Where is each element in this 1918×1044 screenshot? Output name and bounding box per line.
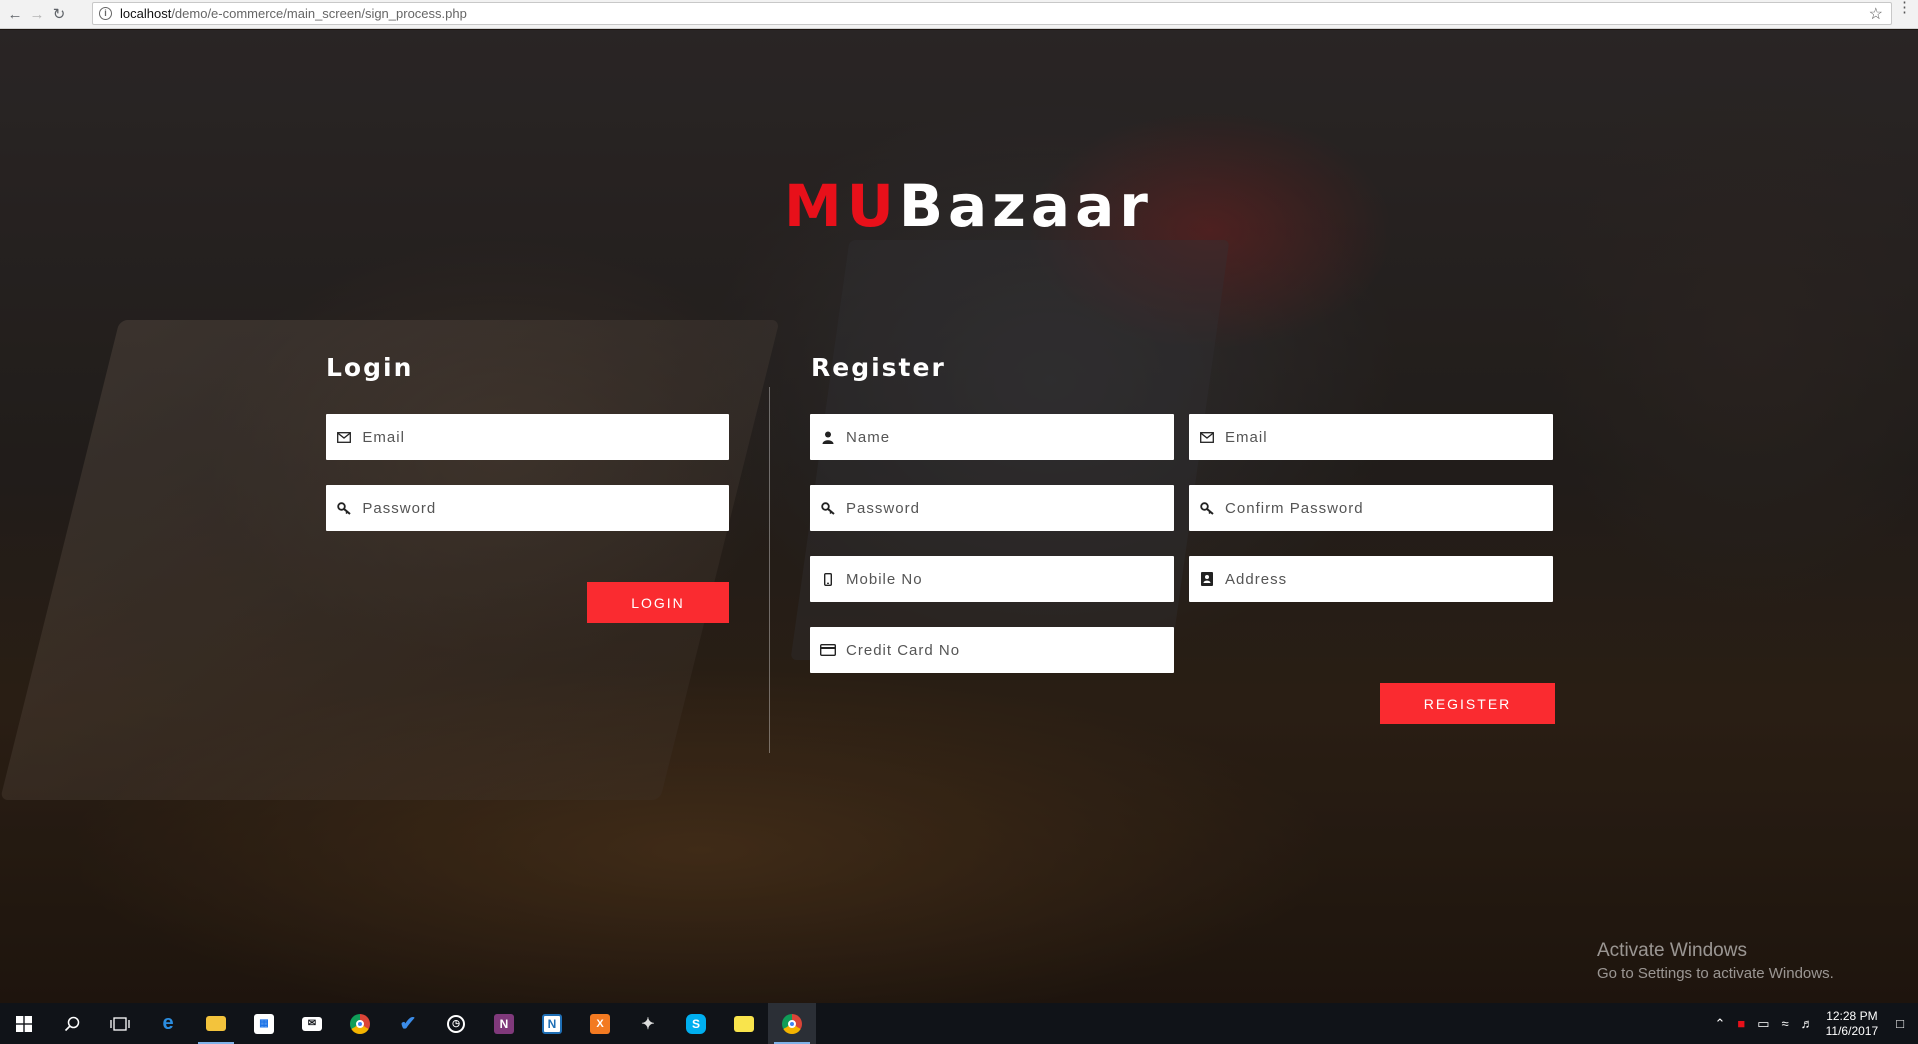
bookmark-star-icon[interactable]: ☆: [1869, 4, 1883, 24]
task-view-icon[interactable]: [96, 1003, 144, 1044]
browser-toolbar: ← → ↻ i localhost/demo/e-commerce/main_s…: [0, 0, 1918, 29]
key-icon: [810, 501, 846, 515]
search-icon[interactable]: [48, 1003, 96, 1044]
todo-check-icon[interactable]: ✔: [384, 1003, 432, 1044]
auth-content: MUBazaar Login LOGIN Register: [0, 30, 1918, 1003]
envelope-icon: [326, 431, 362, 443]
register-name-input[interactable]: [846, 414, 1174, 460]
register-name-field[interactable]: [810, 414, 1174, 460]
register-address-input[interactable]: [1225, 556, 1553, 602]
xampp-icon[interactable]: X: [576, 1003, 624, 1044]
file-explorer-icon[interactable]: [192, 1003, 240, 1044]
address-bar[interactable]: i localhost/demo/e-commerce/main_screen/…: [92, 2, 1892, 25]
info-icon[interactable]: i: [99, 7, 112, 20]
address-book-icon: [1189, 572, 1225, 586]
forward-arrow-icon[interactable]: →: [26, 3, 48, 25]
login-password-field[interactable]: [326, 485, 729, 531]
key-icon: [326, 501, 362, 515]
chevron-up-icon[interactable]: ⌃: [1714, 1016, 1725, 1032]
chrome-icon[interactable]: [336, 1003, 384, 1044]
mail-icon[interactable]: ✉: [288, 1003, 336, 1044]
register-credit-card-field[interactable]: [810, 627, 1174, 673]
edge-browser-icon[interactable]: e: [144, 1003, 192, 1044]
login-title: Login: [326, 353, 414, 382]
register-address-field[interactable]: [1189, 556, 1553, 602]
register-email-field[interactable]: [1189, 414, 1553, 460]
register-credit-card-input[interactable]: [846, 627, 1174, 673]
watermark-line1: Activate Windows: [1597, 940, 1747, 961]
app-n-icon[interactable]: N: [528, 1003, 576, 1044]
watermark-line2: Go to Settings to activate Windows.: [1597, 965, 1834, 982]
logo-bazaar: Bazaar: [898, 172, 1153, 240]
clock-date: 11/6/2017: [1825, 1023, 1879, 1038]
back-arrow-icon[interactable]: ←: [4, 3, 26, 25]
clock-time: 12:28 PM: [1826, 1008, 1878, 1023]
reload-icon[interactable]: ↻: [48, 3, 70, 25]
volume-icon[interactable]: ♬: [1801, 1016, 1814, 1031]
key-icon: [1189, 501, 1225, 515]
alarm-clock-icon[interactable]: ◷: [432, 1003, 480, 1044]
taskbar-clock[interactable]: 12:28 PM 11/6/2017: [1826, 1009, 1879, 1039]
user-icon: [810, 431, 846, 444]
credit-card-icon: [810, 644, 846, 656]
battery-icon[interactable]: ▭: [1757, 1016, 1769, 1032]
login-email-input[interactable]: [362, 414, 729, 460]
register-button[interactable]: REGISTER: [1380, 683, 1555, 724]
mobile-phone-icon: [810, 572, 846, 586]
notifications-icon[interactable]: □: [1896, 1016, 1904, 1031]
login-email-field[interactable]: [326, 414, 729, 460]
onenote-icon[interactable]: N: [480, 1003, 528, 1044]
site-logo: MUBazaar: [784, 172, 1153, 240]
start-windows-icon[interactable]: [0, 1003, 48, 1044]
register-confirm-password-field[interactable]: [1189, 485, 1553, 531]
login-button[interactable]: LOGIN: [587, 582, 729, 623]
sticky-notes-icon[interactable]: [720, 1003, 768, 1044]
register-email-input[interactable]: [1225, 414, 1553, 460]
register-confirm-password-input[interactable]: [1225, 485, 1553, 531]
logo-mu: MU: [784, 172, 899, 240]
windows-taskbar: e ▦ ✉ ✔ ◷ N N X ✦ S ⌃ ■ ▭ ≈ ♬ 12:28 PM 1…: [0, 1003, 1918, 1044]
skype-icon[interactable]: S: [672, 1003, 720, 1044]
envelope-icon: [1189, 431, 1225, 443]
system-tray: ⌃ ■ ▭ ≈ ♬ 12:28 PM 11/6/2017 □: [1708, 1003, 1918, 1044]
store-icon[interactable]: ▦: [240, 1003, 288, 1044]
register-password-input[interactable]: [846, 485, 1174, 531]
login-password-input[interactable]: [362, 485, 729, 531]
register-title: Register: [811, 353, 946, 382]
register-mobile-field[interactable]: [810, 556, 1174, 602]
browser-menu-icon[interactable]: ⋮: [1897, 0, 1912, 15]
page-background: MUBazaar Login LOGIN Register: [0, 30, 1918, 1003]
chrome-running-icon[interactable]: [768, 1003, 816, 1044]
register-password-field[interactable]: [810, 485, 1174, 531]
wifi-icon[interactable]: ≈: [1782, 1016, 1789, 1031]
activate-windows-watermark: Activate Windows Go to Settings to activ…: [1597, 940, 1834, 982]
bird-app-icon[interactable]: ✦: [624, 1003, 672, 1044]
antivirus-icon[interactable]: ■: [1737, 1016, 1745, 1031]
section-divider: [769, 387, 770, 753]
register-mobile-input[interactable]: [846, 556, 1174, 602]
url-host: localhost: [120, 6, 172, 21]
url-path: /demo/e-commerce/main_screen/sign_proces…: [171, 6, 467, 21]
